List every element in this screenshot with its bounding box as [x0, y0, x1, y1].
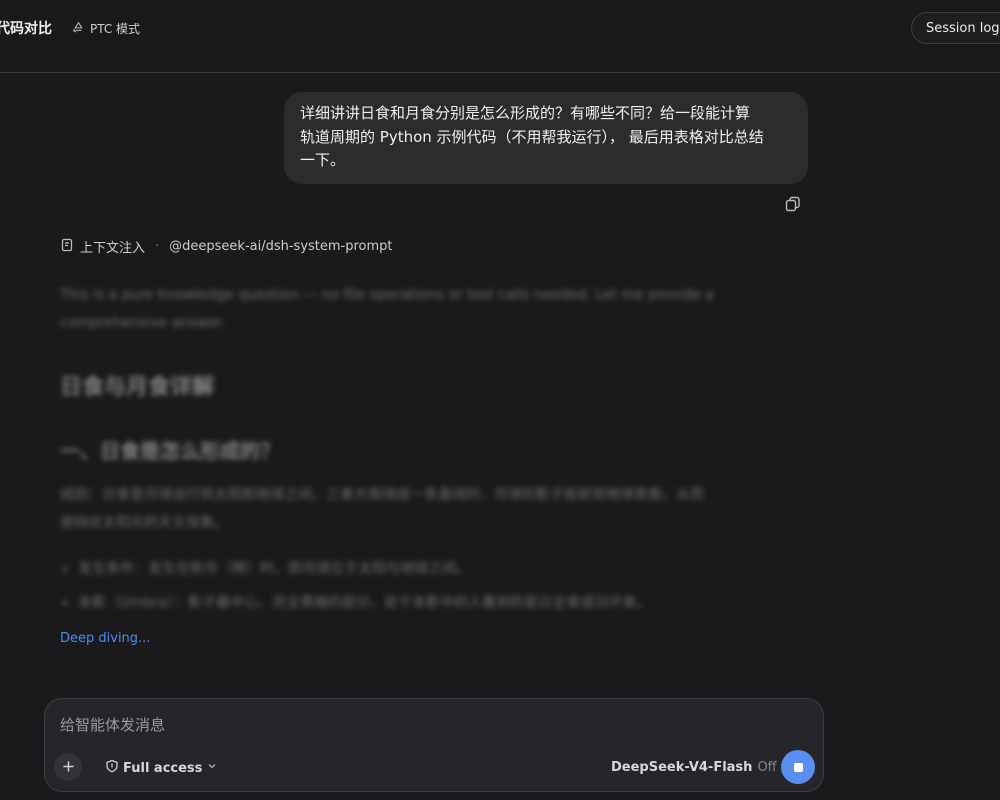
chevron-down-icon: [206, 760, 218, 776]
response-subheading: 一、日食是怎么形成的？: [60, 439, 280, 463]
copy-message-button[interactable]: [784, 195, 804, 215]
shield-icon: [105, 759, 119, 777]
session-log-button[interactable]: Session log: [911, 12, 1000, 44]
response-paragraph-line: 遮挡住太阳光的天文现象。: [60, 515, 228, 531]
model-selector[interactable]: DeepSeek-V4-Flash Off: [611, 759, 794, 775]
list-item: 发生条件：发生在新月（朔）时，即月球位于太阳与地球之间。: [78, 552, 838, 586]
attach-button[interactable]: [54, 753, 82, 781]
access-selector[interactable]: Full access: [105, 759, 218, 777]
recycle-icon: [72, 21, 85, 37]
stop-button[interactable]: [781, 750, 815, 784]
response-intro-line: This is a pure knowledge question — no f…: [60, 287, 714, 303]
session-log-label: Session log: [926, 20, 1000, 36]
page-title: 代码对比: [0, 21, 52, 37]
mode-indicator[interactable]: PTC 模式: [72, 20, 140, 37]
message-composer: Full access DeepSeek-V4-Flash Off: [44, 698, 824, 792]
document-icon: [60, 238, 74, 256]
context-source: @deepseek-ai/dsh-system-prompt: [169, 239, 393, 254]
response-intro-line: comprehensive answer.: [60, 315, 226, 331]
context-injection-row[interactable]: 上下文注入 · @deepseek-ai/dsh-system-prompt: [60, 237, 393, 256]
response-paragraph: 成因：日食是月球运行到太阳和地球之间，三者大致排成一条直线时，月球的影子投射到地…: [60, 481, 820, 537]
user-message-line: 详细讲讲日食和月食分别是怎么形成的？有哪些不同？给一段能计算: [300, 104, 751, 122]
message-input[interactable]: [60, 713, 800, 737]
user-message-line: 一下。: [300, 151, 346, 169]
separator-dot: ·: [155, 239, 160, 254]
model-name: DeepSeek-V4-Flash: [611, 759, 753, 775]
status-deep-diving: Deep diving...: [60, 631, 151, 646]
top-bar: 代码对比 PTC 模式 Session log: [0, 0, 1000, 73]
response-paragraph-line: 成因：日食是月球运行到太阳和地球之间，三者大致排成一条直线时，月球的影子投射到地…: [60, 487, 704, 503]
response-bullet-list: 发生条件：发生在新月（朔）时，即月球位于太阳与地球之间。 本影（Umbra）：影…: [60, 552, 838, 620]
response-intro: This is a pure knowledge question — no f…: [60, 281, 820, 337]
list-item: 本影（Umbra）：影子最中心、完全黑暗的部分，处于本影中的人看到的是日全食或日…: [78, 586, 838, 620]
model-state: Off: [757, 759, 777, 775]
mode-label: PTC 模式: [90, 22, 141, 36]
user-message-line: 轨道周期的 Python 示例代码（不用帮我运行）， 最后用表格对比总结: [300, 127, 764, 146]
copy-icon: [784, 196, 802, 217]
access-label: Full access: [123, 760, 203, 776]
user-message-bubble: 详细讲讲日食和月食分别是怎么形成的？有哪些不同？给一段能计算 轨道周期的 Pyt…: [284, 92, 808, 184]
plus-icon: [62, 758, 75, 777]
response-heading: 日食与月食详解: [60, 375, 215, 400]
stop-icon: [793, 762, 803, 772]
context-label: 上下文注入: [80, 241, 146, 256]
